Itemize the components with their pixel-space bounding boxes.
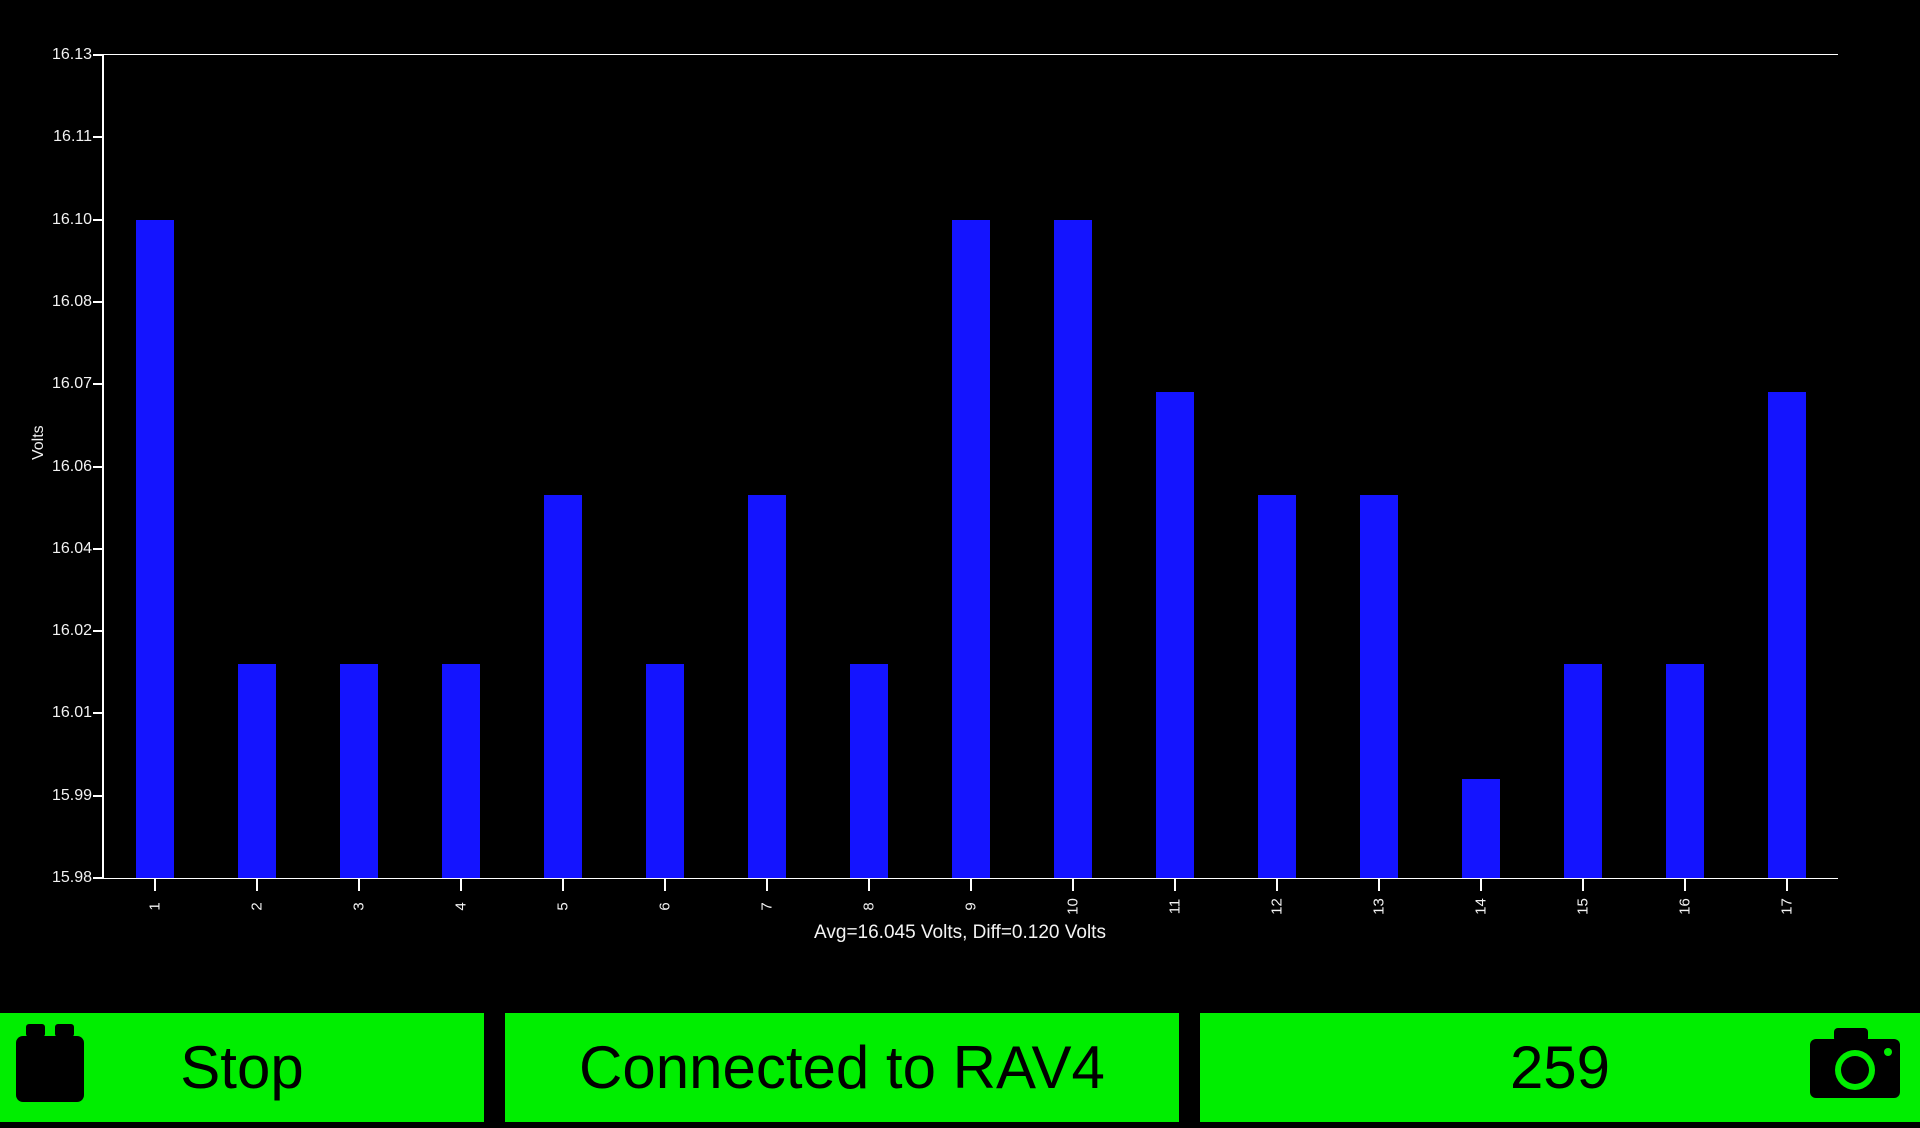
bar: [850, 664, 888, 878]
y-tick-label: 15.98: [51, 869, 92, 886]
y-tick-label: 16.10: [51, 210, 92, 228]
connection-status-label: Connected to RAV4: [579, 1033, 1105, 1101]
y-tick-mark: [93, 218, 102, 221]
y-tick-mark: [93, 300, 102, 303]
bottom-toolbar: Stop Connected to RAV4 259: [0, 1013, 1920, 1128]
y-tick-label: 16.01: [51, 704, 92, 722]
x-tick-label: 5: [554, 902, 572, 911]
camera-icon[interactable]: [1808, 1026, 1902, 1110]
x-tick-label: 12: [1268, 898, 1286, 915]
bar: [1666, 664, 1704, 878]
x-tick-label: 11: [1166, 898, 1184, 915]
y-tick-label: 16.06: [51, 457, 92, 475]
x-tick-label: 8: [860, 902, 878, 911]
bar: [952, 219, 990, 878]
bar: [646, 664, 684, 878]
x-tick-label: 6: [656, 902, 674, 911]
bar: [1462, 779, 1500, 878]
y-tick-label: 16.08: [51, 292, 92, 310]
app-root: Volts 16.13 16.11 16.10 16.08 16.07 16.06 16.0…: [0, 0, 1920, 1128]
x-tick-label: 13: [1370, 898, 1388, 915]
bar: [544, 495, 582, 878]
plot-area: [104, 55, 1838, 878]
bar: [1768, 392, 1806, 878]
y-tick-mark: [93, 383, 102, 386]
sample-count-button[interactable]: 259: [1200, 1013, 1920, 1122]
x-tick-label: 10: [1064, 898, 1082, 915]
stop-button[interactable]: Stop: [0, 1013, 484, 1122]
bar: [1054, 219, 1092, 878]
y-tick-mark: [93, 465, 102, 468]
x-tick-label: 16: [1676, 898, 1694, 915]
y-tick-mark: [93, 877, 102, 879]
x-tick-label: 15: [1574, 898, 1592, 915]
sample-count-label: 259: [1509, 1033, 1611, 1101]
y-tick-mark: [93, 712, 102, 715]
chart-annotation: Avg=16.045 Volts, Diff=0.120 Volts: [814, 922, 1106, 943]
battery-icon: [14, 1020, 100, 1116]
x-tick-label: 2: [248, 902, 266, 911]
connection-status-button[interactable]: Connected to RAV4: [505, 1013, 1179, 1122]
bar: [1156, 392, 1194, 878]
y-tick-label: 16.02: [51, 622, 92, 640]
bar: [1564, 664, 1602, 878]
x-tick-label: 14: [1472, 898, 1490, 915]
stop-button-label: Stop: [180, 1033, 304, 1101]
y-tick-label: 16.07: [51, 375, 92, 393]
y-tick-mark: [93, 136, 102, 139]
y-axis-title: Volts: [30, 425, 47, 460]
bar-chart: Volts 16.13 16.11 16.10 16.08 16.07 16.06 16.0…: [0, 0, 1920, 984]
y-tick-mark: [93, 54, 102, 56]
y-tick-label: 16.13: [51, 46, 92, 63]
y-tick-mark: [93, 630, 102, 633]
bar: [136, 219, 174, 878]
y-tick-mark: [93, 794, 102, 797]
x-tick-label: 7: [758, 902, 776, 911]
x-tick-label: 4: [452, 902, 470, 911]
bar: [1258, 495, 1296, 878]
bar: [238, 664, 276, 878]
x-tick-label: 3: [350, 902, 368, 911]
bar: [748, 495, 786, 878]
x-tick-label: 17: [1778, 898, 1796, 915]
y-tick-mark: [93, 547, 102, 550]
bar: [442, 664, 480, 878]
x-tick-label: 9: [962, 902, 980, 911]
bar: [1360, 495, 1398, 878]
y-tick-label: 16.04: [51, 539, 92, 557]
bar: [340, 664, 378, 878]
y-tick-label: 15.99: [51, 786, 92, 804]
x-tick-label: 1: [146, 902, 164, 911]
y-tick-label: 16.11: [53, 128, 92, 146]
